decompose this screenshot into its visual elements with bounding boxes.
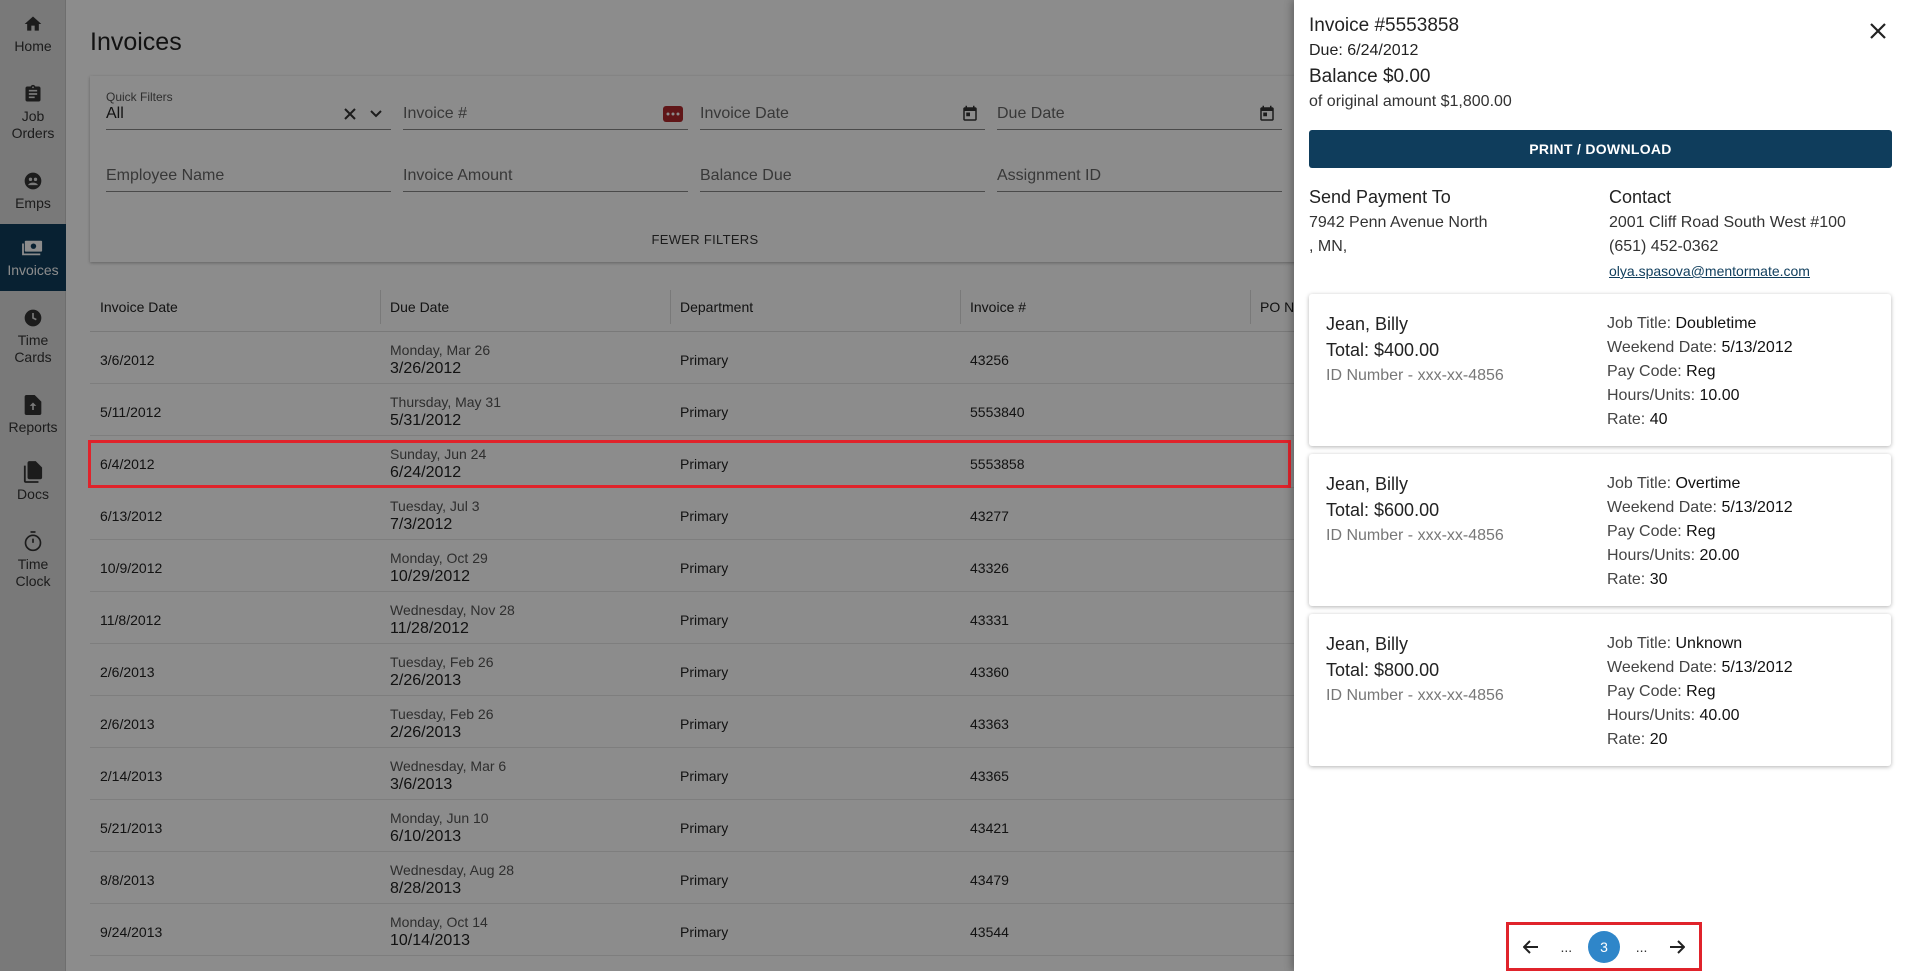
pay-code: Pay Code: Reg: [1607, 360, 1793, 384]
pagination-ellipsis[interactable]: ...: [1552, 933, 1580, 961]
job-title: Job Title: Doubletime: [1607, 312, 1793, 336]
employee-name: Jean, Billy: [1326, 634, 1409, 654]
rate: Rate: 20: [1607, 728, 1793, 752]
line-item-details: Job Title: Unknown Weekend Date: 5/13/201…: [1607, 632, 1793, 752]
weekend-date-label: Weekend Date:: [1607, 339, 1722, 356]
employee-id-number: ID Number - xxx-xx-4856: [1326, 527, 1504, 544]
hours-units-value: 20.00: [1699, 547, 1740, 564]
weekend-date-label: Weekend Date:: [1607, 659, 1722, 676]
weekend-date-value: 5/13/2012: [1721, 499, 1793, 516]
line-total: Total: $400.00: [1326, 340, 1440, 360]
pay-code-label: Pay Code:: [1607, 683, 1687, 700]
invoice-original-amount: of original amount $1,800.00: [1309, 93, 1512, 110]
pay-code-value: Reg: [1686, 683, 1716, 700]
contact-address: 2001 Cliff Road South West #100: [1609, 214, 1846, 231]
arrow-left-icon[interactable]: [1517, 933, 1545, 961]
pay-code-label: Pay Code:: [1607, 523, 1687, 540]
line-item-card: Jean, Billy Total: $800.00 ID Number - xxx…: [1309, 614, 1891, 766]
rate: Rate: 40: [1607, 408, 1793, 432]
employee-name: Jean, Billy: [1326, 314, 1409, 334]
pay-code-value: Reg: [1686, 363, 1716, 380]
invoice-balance: Balance $0.00: [1309, 66, 1431, 87]
rate: Rate: 30: [1607, 568, 1793, 592]
contact-heading: Contact: [1609, 187, 1672, 207]
hours-units: Hours/Units: 10.00: [1607, 384, 1793, 408]
employee-name: Jean, Billy: [1326, 474, 1409, 494]
job-title-label: Job Title:: [1607, 635, 1676, 652]
line-item-card: Jean, Billy Total: $400.00 ID Number - xxx…: [1309, 294, 1891, 446]
line-item-card: Jean, Billy Total: $600.00 ID Number - xxx…: [1309, 454, 1891, 606]
employee-id-number: ID Number - xxx-xx-4856: [1326, 367, 1504, 384]
pay-code-label: Pay Code:: [1607, 363, 1687, 380]
rate-label: Rate:: [1607, 571, 1650, 588]
line-total: Total: $800.00: [1326, 660, 1440, 680]
rate-value: 40: [1649, 411, 1668, 428]
job-title-value: Doubletime: [1675, 315, 1757, 332]
weekend-date: Weekend Date: 5/13/2012: [1607, 496, 1793, 520]
job-title: Job Title: Unknown: [1607, 632, 1793, 656]
line-total: Total: $600.00: [1326, 500, 1440, 520]
line-item-details: Job Title: Overtime Weekend Date: 5/13/20…: [1607, 472, 1793, 592]
selected-row-highlight: [88, 440, 1291, 488]
rate-value: 20: [1649, 731, 1668, 748]
employee-id-number: ID Number - xxx-xx-4856: [1326, 687, 1504, 704]
job-title-value: Overtime: [1675, 475, 1741, 492]
job-title-value: Unknown: [1675, 635, 1743, 652]
hours-units-label: Hours/Units:: [1607, 707, 1700, 724]
hours-units-label: Hours/Units:: [1607, 387, 1700, 404]
hours-units: Hours/Units: 40.00: [1607, 704, 1793, 728]
rate-label: Rate:: [1607, 731, 1650, 748]
weekend-date: Weekend Date: 5/13/2012: [1607, 336, 1793, 360]
print-download-button[interactable]: PRINT / DOWNLOAD: [1309, 130, 1892, 168]
contact-email-link[interactable]: olya.spasova@mentormate.com: [1609, 263, 1810, 279]
pay-code-value: Reg: [1686, 523, 1716, 540]
weekend-date-label: Weekend Date:: [1607, 499, 1722, 516]
weekend-date-value: 5/13/2012: [1721, 339, 1793, 356]
rate-value: 30: [1649, 571, 1668, 588]
hours-units-label: Hours/Units:: [1607, 547, 1700, 564]
line-item-details: Job Title: Doubletime Weekend Date: 5/13/…: [1607, 312, 1793, 432]
pay-code: Pay Code: Reg: [1607, 520, 1793, 544]
invoice-detail-drawer: Invoice #5553858 Due: 6/24/2012 Balance …: [1294, 0, 1911, 971]
hours-units-value: 10.00: [1699, 387, 1740, 404]
job-title-label: Job Title:: [1607, 475, 1676, 492]
pagination: ... 3 ...: [1506, 922, 1702, 971]
hours-units-value: 40.00: [1699, 707, 1740, 724]
arrow-right-icon[interactable]: [1663, 933, 1691, 961]
send-payment-heading: Send Payment To: [1309, 187, 1451, 207]
rate-label: Rate:: [1607, 411, 1650, 428]
job-title-label: Job Title:: [1607, 315, 1676, 332]
contact-phone: (651) 452-0362: [1609, 238, 1719, 255]
pagination-current-page[interactable]: 3: [1587, 930, 1620, 963]
send-payment-address-line2: , MN,: [1309, 238, 1348, 255]
job-title: Job Title: Overtime: [1607, 472, 1793, 496]
weekend-date: Weekend Date: 5/13/2012: [1607, 656, 1793, 680]
invoice-due-date: Due: 6/24/2012: [1309, 42, 1419, 59]
hours-units: Hours/Units: 20.00: [1607, 544, 1793, 568]
invoice-title: Invoice #5553858: [1309, 15, 1460, 36]
send-payment-address-line1: 7942 Penn Avenue North: [1309, 214, 1488, 231]
pagination-ellipsis[interactable]: ...: [1628, 933, 1656, 961]
weekend-date-value: 5/13/2012: [1721, 659, 1793, 676]
close-icon[interactable]: [1865, 18, 1891, 44]
pay-code: Pay Code: Reg: [1607, 680, 1793, 704]
